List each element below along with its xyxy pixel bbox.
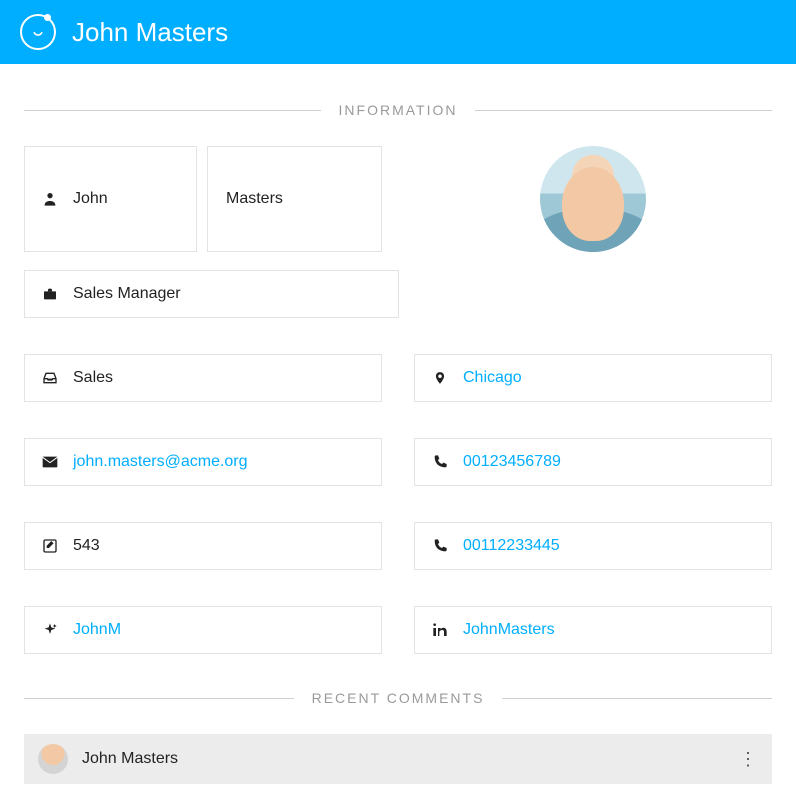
last-name-value: Masters [226,190,283,208]
inbox-icon [41,370,59,386]
email-value[interactable]: john.masters@acme.org [73,453,248,471]
location-value[interactable]: Chicago [463,369,522,387]
person-icon [41,191,59,207]
linkedin-icon [431,622,449,638]
location-field[interactable]: Chicago [414,354,772,402]
phone1-field[interactable]: 00123456789 [414,438,772,486]
email-field[interactable]: john.masters@acme.org [24,438,382,486]
extension-value: 543 [73,537,100,555]
comment-row[interactable]: John Masters ⋮ [24,734,772,784]
comment-author: John Masters [82,750,724,768]
comment-avatar [38,744,68,774]
edit-square-icon [41,538,59,554]
map-pin-icon [431,369,449,387]
linkedin-value[interactable]: JohnMasters [463,621,555,639]
section-header-recent-comments: RECENT COMMENTS [24,690,772,706]
page-header: John Masters [0,0,796,64]
briefcase-icon [41,286,59,302]
first-name-field[interactable]: John [24,146,197,252]
twitter-value[interactable]: JohnM [73,621,121,639]
app-logo-icon [20,14,56,50]
extension-field[interactable]: 543 [24,522,382,570]
section-header-information: INFORMATION [24,102,772,118]
profile-avatar[interactable] [540,146,646,252]
last-name-field[interactable]: Masters [207,146,382,252]
phone1-value[interactable]: 00123456789 [463,453,561,471]
first-name-value: John [73,190,108,208]
envelope-icon [41,456,59,468]
linkedin-field[interactable]: JohnMasters [414,606,772,654]
job-title-field[interactable]: Sales Manager [24,270,399,318]
phone2-field[interactable]: 00112233445 [414,522,772,570]
phone-icon [431,454,449,470]
job-title-value: Sales Manager [73,285,181,303]
kebab-menu-icon[interactable]: ⋮ [738,750,758,768]
phone2-value[interactable]: 00112233445 [463,537,560,555]
page-title: John Masters [72,17,228,48]
twitter-field[interactable]: JohnM [24,606,382,654]
department-value: Sales [73,369,113,387]
department-field[interactable]: Sales [24,354,382,402]
sparkle-icon [41,622,59,638]
phone-icon [431,538,449,554]
